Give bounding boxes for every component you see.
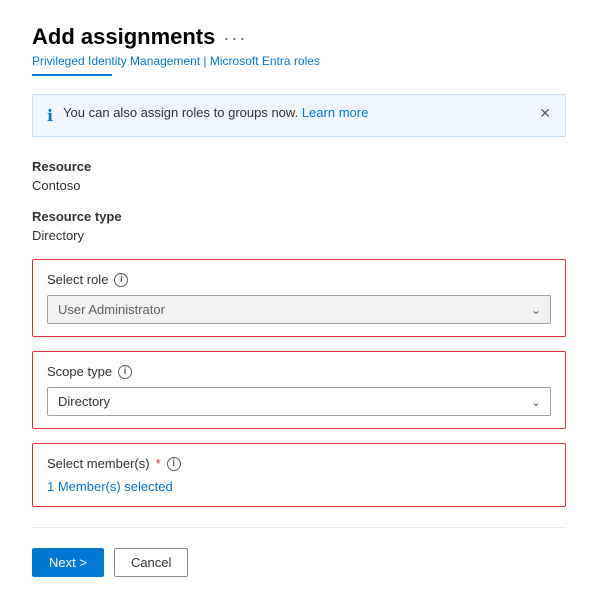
resource-type-value: Directory [32,228,566,243]
info-banner: ℹ You can also assign roles to groups no… [32,94,566,137]
breadcrumb: Privileged Identity Management | Microso… [32,54,566,68]
resource-value: Contoso [32,178,566,193]
cancel-button[interactable]: Cancel [114,548,188,577]
resource-field: Resource Contoso [32,159,566,193]
scope-type-section: Scope type i Directory ⌄ [32,351,566,429]
close-icon[interactable]: ✕ [539,105,551,122]
resource-type-label: Resource type [32,209,566,224]
section-divider [32,527,566,528]
scope-type-wrapper[interactable]: Directory ⌄ [47,387,551,416]
select-role-info-icon[interactable]: i [114,273,128,287]
select-role-label: Select role [47,272,108,287]
scope-type-dropdown[interactable]: Directory [47,387,551,416]
learn-more-link[interactable]: Learn more [302,105,368,120]
button-row: Next > Cancel [32,548,566,577]
select-role-section: Select role i User Administrator ⌄ [32,259,566,337]
title-underline [32,74,112,76]
select-role-label-row: Select role i [47,272,551,287]
select-role-wrapper[interactable]: User Administrator ⌄ [47,295,551,324]
scope-type-info-icon[interactable]: i [118,365,132,379]
scope-type-label-row: Scope type i [47,364,551,379]
scope-type-label: Scope type [47,364,112,379]
page-header: Add assignments ··· Privileged Identity … [32,24,566,76]
info-banner-content: ℹ You can also assign roles to groups no… [47,105,529,126]
required-star: * [156,456,161,471]
resource-type-field: Resource type Directory [32,209,566,243]
info-banner-text: You can also assign roles to groups now.… [63,105,368,120]
more-options-icon[interactable]: ··· [223,28,247,49]
page-title: Add assignments [32,24,215,50]
select-members-info-icon[interactable]: i [167,457,181,471]
select-members-label: Select member(s) [47,456,150,471]
select-members-section: Select member(s) * i 1 Member(s) selecte… [32,443,566,507]
info-icon: ℹ [47,106,53,126]
members-selected-text[interactable]: 1 Member(s) selected [47,479,551,494]
resource-label: Resource [32,159,566,174]
next-button[interactable]: Next > [32,548,104,577]
select-members-label-row: Select member(s) * i [47,456,551,471]
select-role-dropdown[interactable]: User Administrator [47,295,551,324]
